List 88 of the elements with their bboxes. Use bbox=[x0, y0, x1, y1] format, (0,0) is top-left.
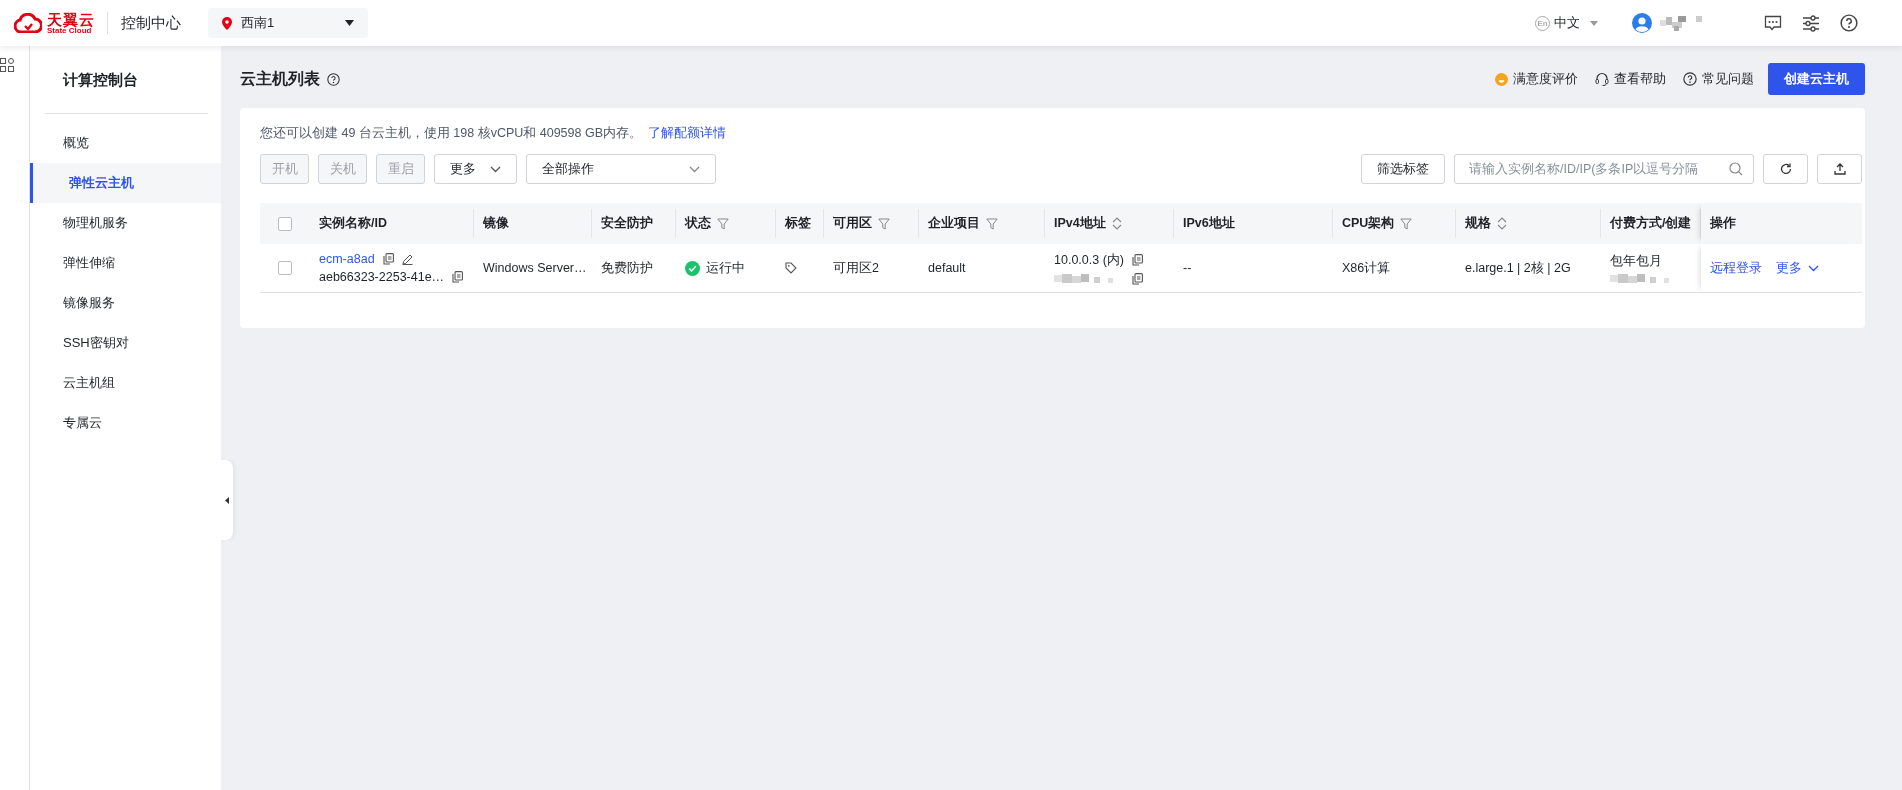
sort-icon[interactable] bbox=[1497, 217, 1507, 230]
more-button[interactable]: 更多 bbox=[434, 154, 517, 184]
chevron-down-icon bbox=[1808, 264, 1819, 272]
collapse-handle[interactable] bbox=[221, 460, 233, 540]
action-link[interactable]: 远程登录 bbox=[1710, 259, 1762, 277]
chevron-down-icon bbox=[490, 165, 501, 173]
console-title[interactable]: 控制中心 bbox=[121, 13, 181, 33]
language-select[interactable]: En 中文 bbox=[1535, 14, 1598, 32]
column-header: 标签 bbox=[785, 215, 811, 232]
sidebar-item[interactable]: 专属云 bbox=[27, 403, 221, 443]
column-header: 规格 bbox=[1465, 215, 1491, 232]
filter-icon[interactable] bbox=[717, 217, 729, 230]
tag-icon[interactable] bbox=[785, 262, 797, 274]
checkbox[interactable] bbox=[278, 216, 292, 231]
instance-name-link[interactable]: ecm-a8ad bbox=[319, 252, 375, 266]
settings-icon[interactable] bbox=[1802, 14, 1820, 32]
batch-select[interactable]: 全部操作 bbox=[526, 154, 716, 184]
sidebar-item[interactable]: 云主机组 bbox=[27, 363, 221, 403]
column-header: 镜像 bbox=[483, 215, 509, 232]
header-link[interactable]: 查看帮助 bbox=[1595, 70, 1666, 88]
instance-id: aeb66323-2253-41e… bbox=[319, 270, 445, 284]
action-link[interactable]: 更多 bbox=[1776, 259, 1819, 277]
sidebar-item[interactable]: 镜像服务 bbox=[27, 283, 221, 323]
header-link[interactable]: 满意度评价 bbox=[1495, 70, 1578, 88]
column-header: IPv4地址 bbox=[1054, 215, 1106, 232]
region-select[interactable]: 西南1 bbox=[208, 8, 368, 38]
filter-icon[interactable] bbox=[1400, 217, 1413, 230]
table-cell: Windows Server… bbox=[483, 261, 587, 275]
avatar-icon[interactable] bbox=[1632, 13, 1652, 33]
caret-left-icon bbox=[225, 496, 229, 504]
sidebar-item[interactable]: 概览 bbox=[27, 123, 221, 163]
smiley-icon bbox=[1495, 72, 1508, 86]
upload-icon bbox=[1833, 163, 1846, 175]
chevron-down-icon bbox=[689, 165, 700, 173]
table-cell: X86计算 bbox=[1342, 259, 1391, 277]
location-pin-icon bbox=[222, 16, 232, 30]
column-header: 操作 bbox=[1710, 215, 1736, 232]
copy-icon[interactable] bbox=[382, 253, 394, 265]
cloud-logo-icon bbox=[14, 13, 42, 33]
copy-icon[interactable] bbox=[1132, 254, 1143, 266]
refresh-icon bbox=[1779, 163, 1792, 175]
message-icon[interactable] bbox=[1764, 14, 1782, 32]
sidebar-item[interactable]: SSH密钥对 bbox=[27, 323, 221, 363]
table-cell: 可用区2 bbox=[833, 259, 879, 277]
column-header: IPv6地址 bbox=[1183, 215, 1235, 232]
checkbox[interactable] bbox=[278, 261, 292, 275]
column-header: 企业项目 bbox=[928, 215, 980, 232]
help-icon bbox=[1840, 14, 1858, 32]
column-header: 状态 bbox=[685, 215, 711, 232]
check-circle-icon bbox=[685, 260, 700, 276]
caret-icon bbox=[345, 20, 354, 26]
billing-type: 包年包月 bbox=[1610, 253, 1662, 270]
column-header: 实例名称/ID bbox=[319, 215, 387, 232]
ip-address: 10.0.0.3 (内) bbox=[1054, 251, 1124, 269]
header-link[interactable]: 常见问题 bbox=[1683, 70, 1754, 88]
copy-icon[interactable] bbox=[452, 271, 464, 283]
column-header: 安全防护 bbox=[601, 215, 653, 232]
logo-text: 天翼云 bbox=[47, 11, 95, 27]
sidebar-item[interactable]: 物理机服务 bbox=[27, 203, 221, 243]
refresh-button[interactable] bbox=[1763, 154, 1808, 184]
table-cell: default bbox=[928, 261, 966, 275]
filter-icon[interactable] bbox=[986, 217, 998, 230]
search-icon bbox=[1729, 162, 1743, 176]
column-header: 付费方式/创建 bbox=[1610, 215, 1692, 232]
help-icon bbox=[1683, 72, 1697, 86]
quota-text: 您还可以创建 49 台云主机，使用 198 核vCPU和 409598 GB内存。 了解配额详情 bbox=[260, 125, 727, 142]
create-button[interactable]: 创建云主机 bbox=[1768, 63, 1865, 95]
apps-icon[interactable] bbox=[0, 58, 14, 72]
sort-icon[interactable] bbox=[1111, 217, 1122, 230]
table-cell: 免费防护 bbox=[601, 259, 653, 277]
column-header: CPU架构 bbox=[1342, 215, 1395, 232]
table-cell: e.large.1 | 2核 | 2G bbox=[1465, 259, 1571, 277]
quota-link[interactable]: 了解配额详情 bbox=[648, 126, 726, 140]
page-title: 云主机列表 bbox=[240, 68, 320, 89]
export-button[interactable] bbox=[1817, 154, 1862, 184]
status-text: 运行中 bbox=[706, 259, 745, 277]
caret-icon bbox=[1590, 20, 1598, 26]
sidebar-title: 计算控制台 bbox=[63, 71, 139, 90]
filter-icon[interactable] bbox=[878, 217, 890, 230]
tag-filter-button[interactable]: 筛选标签 bbox=[1361, 154, 1445, 184]
table-cell: -- bbox=[1183, 261, 1192, 275]
help-icon bbox=[327, 72, 340, 86]
sidebar-item[interactable]: 弹性云主机 bbox=[30, 163, 221, 203]
sidebar-item[interactable]: 弹性伸缩 bbox=[27, 243, 221, 283]
headset-icon bbox=[1595, 72, 1609, 86]
edit-icon[interactable] bbox=[401, 253, 413, 265]
copy-icon[interactable] bbox=[1132, 272, 1143, 285]
column-header: 可用区 bbox=[833, 215, 872, 232]
